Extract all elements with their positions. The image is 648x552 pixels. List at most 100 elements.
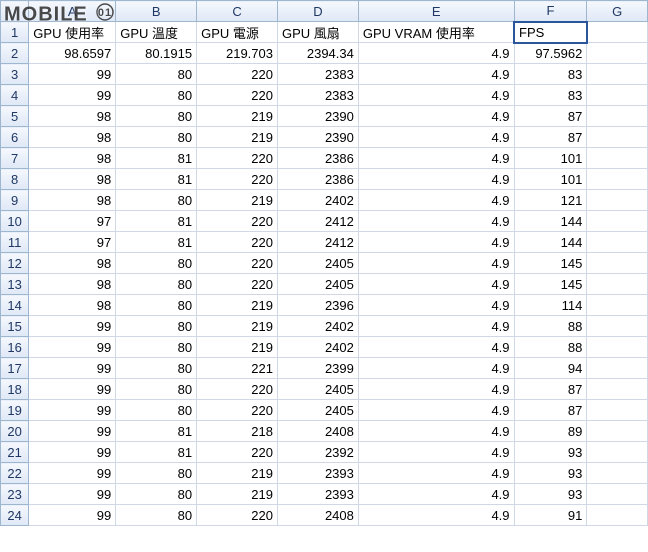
- cell[interactable]: [587, 295, 648, 316]
- row-header-22[interactable]: 22: [1, 463, 29, 484]
- cell[interactable]: 80: [116, 64, 197, 85]
- row-header-17[interactable]: 17: [1, 358, 29, 379]
- cell[interactable]: 80: [116, 505, 197, 526]
- cell[interactable]: 4.9: [358, 358, 514, 379]
- cell[interactable]: 2386: [277, 169, 358, 190]
- cell[interactable]: 220: [197, 505, 278, 526]
- cell[interactable]: 98: [29, 127, 116, 148]
- cell[interactable]: 80: [116, 253, 197, 274]
- row-header-6[interactable]: 6: [1, 127, 29, 148]
- cell[interactable]: 80: [116, 463, 197, 484]
- cell[interactable]: 80: [116, 400, 197, 421]
- cell[interactable]: 219: [197, 106, 278, 127]
- cell[interactable]: 80: [116, 337, 197, 358]
- cell[interactable]: 4.9: [358, 211, 514, 232]
- cell[interactable]: 219: [197, 337, 278, 358]
- cell[interactable]: 220: [197, 148, 278, 169]
- cell[interactable]: 2390: [277, 106, 358, 127]
- cell[interactable]: 2396: [277, 295, 358, 316]
- cell[interactable]: 81: [116, 232, 197, 253]
- cell[interactable]: 220: [197, 253, 278, 274]
- cell[interactable]: 144: [514, 211, 587, 232]
- cell[interactable]: 87: [514, 379, 587, 400]
- cell[interactable]: 80: [116, 106, 197, 127]
- cell[interactable]: 81: [116, 421, 197, 442]
- cell[interactable]: 99: [29, 316, 116, 337]
- cell[interactable]: 93: [514, 484, 587, 505]
- cell[interactable]: 2383: [277, 64, 358, 85]
- cell[interactable]: 87: [514, 106, 587, 127]
- column-header-E[interactable]: E: [358, 1, 514, 22]
- cell[interactable]: 2402: [277, 316, 358, 337]
- cell[interactable]: 4.9: [358, 64, 514, 85]
- cell[interactable]: [587, 211, 648, 232]
- cell[interactable]: 4.9: [358, 253, 514, 274]
- cell[interactable]: 98: [29, 148, 116, 169]
- cell[interactable]: 99: [29, 442, 116, 463]
- row-header-2[interactable]: 2: [1, 43, 29, 64]
- cell[interactable]: 99: [29, 484, 116, 505]
- row-header-24[interactable]: 24: [1, 505, 29, 526]
- cell[interactable]: 4.9: [358, 190, 514, 211]
- cell[interactable]: 4.9: [358, 505, 514, 526]
- row-header-9[interactable]: 9: [1, 190, 29, 211]
- row-header-7[interactable]: 7: [1, 148, 29, 169]
- cell[interactable]: 101: [514, 169, 587, 190]
- cell[interactable]: 98: [29, 274, 116, 295]
- row-header-8[interactable]: 8: [1, 169, 29, 190]
- cell[interactable]: 89: [514, 421, 587, 442]
- select-all-corner[interactable]: [1, 1, 29, 22]
- row-header-21[interactable]: 21: [1, 442, 29, 463]
- cell[interactable]: [587, 106, 648, 127]
- cell[interactable]: [587, 64, 648, 85]
- cell[interactable]: 98: [29, 253, 116, 274]
- cell[interactable]: 219: [197, 484, 278, 505]
- cell[interactable]: [587, 253, 648, 274]
- column-header-D[interactable]: D: [277, 1, 358, 22]
- cell[interactable]: [587, 232, 648, 253]
- row-header-23[interactable]: 23: [1, 484, 29, 505]
- cell[interactable]: 4.9: [358, 85, 514, 106]
- cell[interactable]: 220: [197, 211, 278, 232]
- cell[interactable]: [587, 400, 648, 421]
- cell[interactable]: 220: [197, 85, 278, 106]
- cell[interactable]: [587, 484, 648, 505]
- column-header-A[interactable]: A: [29, 1, 116, 22]
- cell[interactable]: 97: [29, 211, 116, 232]
- cell[interactable]: 80: [116, 85, 197, 106]
- cell[interactable]: 99: [29, 400, 116, 421]
- cell[interactable]: 98: [29, 169, 116, 190]
- cell[interactable]: 2405: [277, 379, 358, 400]
- row-header-16[interactable]: 16: [1, 337, 29, 358]
- cell[interactable]: 220: [197, 442, 278, 463]
- cell[interactable]: 81: [116, 148, 197, 169]
- cell[interactable]: [587, 169, 648, 190]
- cell[interactable]: [587, 127, 648, 148]
- row-header-19[interactable]: 19: [1, 400, 29, 421]
- cell[interactable]: 99: [29, 358, 116, 379]
- cell[interactable]: 2394.34: [277, 43, 358, 64]
- cell[interactable]: 2399: [277, 358, 358, 379]
- row-header-14[interactable]: 14: [1, 295, 29, 316]
- row-header-3[interactable]: 3: [1, 64, 29, 85]
- cell[interactable]: 2393: [277, 484, 358, 505]
- cell[interactable]: 220: [197, 232, 278, 253]
- cell[interactable]: [587, 22, 648, 43]
- cell[interactable]: 221: [197, 358, 278, 379]
- cell[interactable]: 2408: [277, 505, 358, 526]
- cell[interactable]: 80: [116, 190, 197, 211]
- cell[interactable]: GPU VRAM 使用率: [358, 22, 514, 43]
- cell[interactable]: [587, 43, 648, 64]
- row-header-4[interactable]: 4: [1, 85, 29, 106]
- cell[interactable]: 91: [514, 505, 587, 526]
- row-header-5[interactable]: 5: [1, 106, 29, 127]
- cell[interactable]: 4.9: [358, 484, 514, 505]
- cell[interactable]: GPU 電源: [197, 22, 278, 43]
- cell[interactable]: 98.6597: [29, 43, 116, 64]
- cell[interactable]: 4.9: [358, 442, 514, 463]
- cell[interactable]: 4.9: [358, 337, 514, 358]
- cell[interactable]: 2386: [277, 148, 358, 169]
- cell[interactable]: 219: [197, 295, 278, 316]
- row-header-1[interactable]: 1: [1, 22, 29, 43]
- cell[interactable]: 99: [29, 421, 116, 442]
